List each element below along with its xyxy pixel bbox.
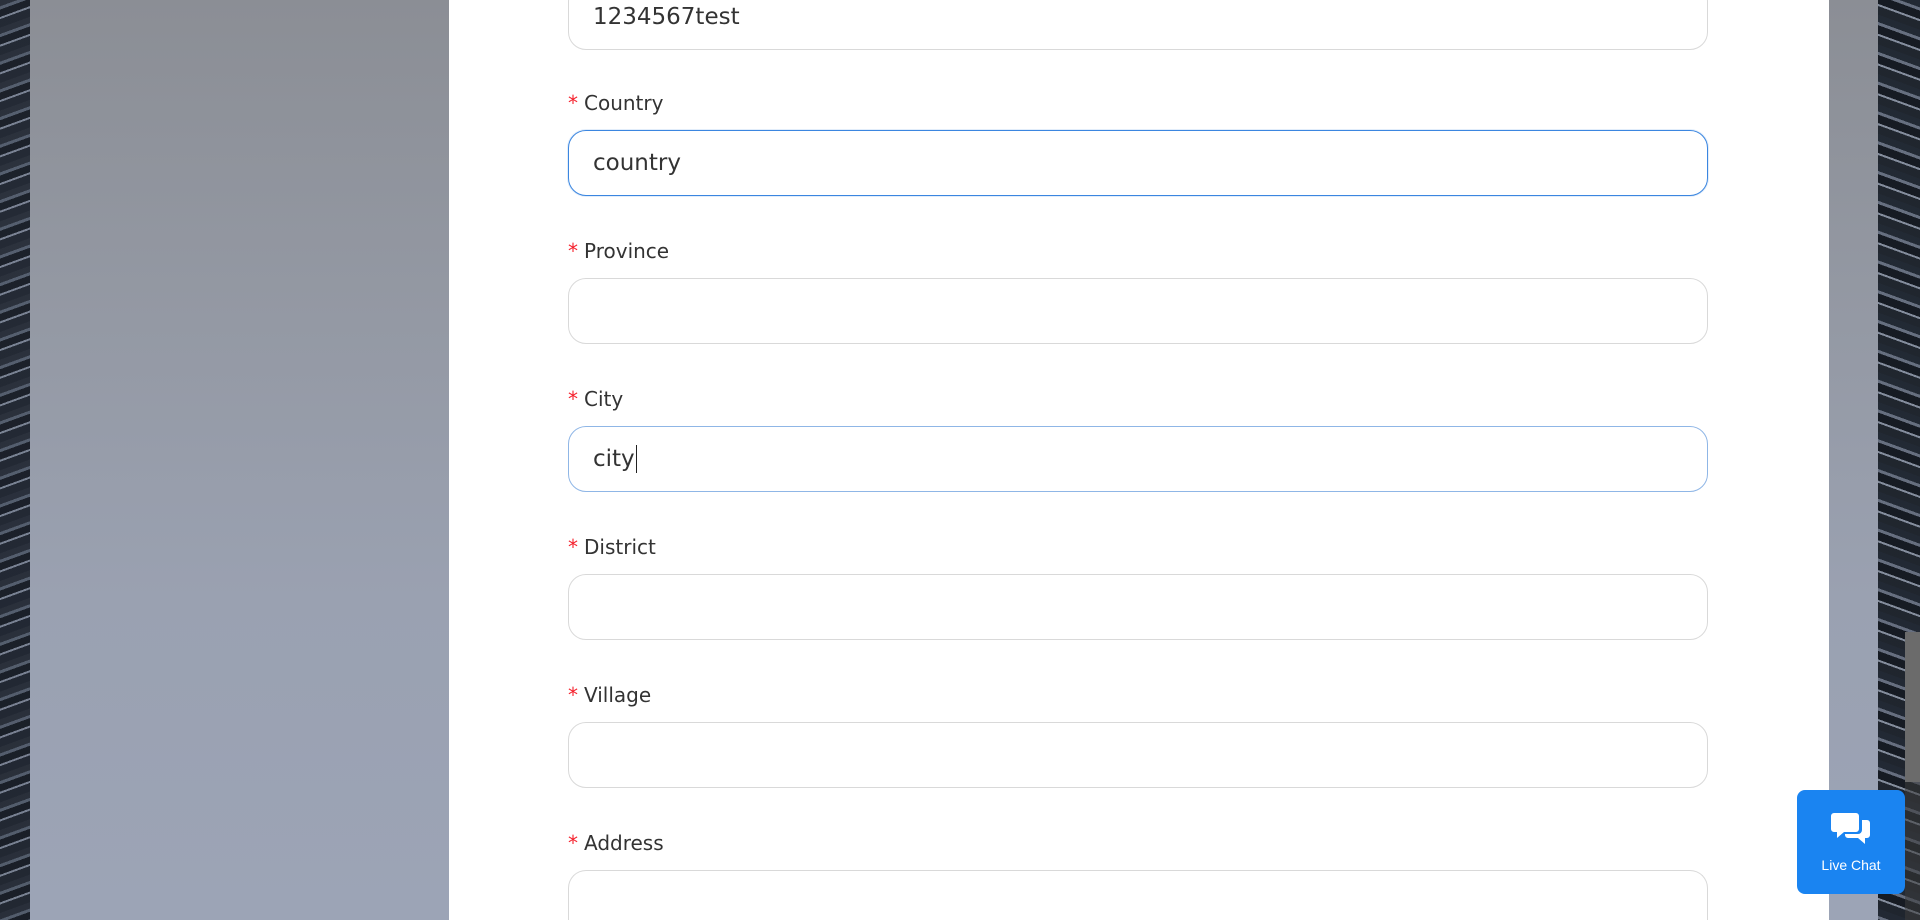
address-label-text: Address bbox=[584, 831, 664, 855]
password-input[interactable]: 1234567test bbox=[568, 0, 1708, 50]
password-input-value: 1234567test bbox=[593, 4, 740, 30]
required-mark: * bbox=[568, 535, 578, 559]
live-chat-label: Live Chat bbox=[1821, 857, 1881, 873]
required-mark: * bbox=[568, 387, 578, 411]
city-input[interactable]: city bbox=[568, 426, 1708, 492]
required-mark: * bbox=[568, 683, 578, 707]
required-mark: * bbox=[568, 91, 578, 115]
address-label: * Address bbox=[568, 829, 664, 857]
city-label-text: City bbox=[584, 387, 624, 411]
district-label-text: District bbox=[584, 535, 656, 559]
country-input[interactable]: country bbox=[568, 130, 1708, 196]
address-input[interactable] bbox=[568, 870, 1708, 920]
city-input-value: city bbox=[593, 446, 635, 472]
live-chat-button[interactable]: Live Chat bbox=[1797, 790, 1905, 894]
district-label: * District bbox=[568, 533, 656, 561]
village-label-text: Village bbox=[584, 683, 652, 707]
country-input-value: country bbox=[593, 150, 681, 176]
country-label: * Country bbox=[568, 89, 663, 117]
required-mark: * bbox=[568, 831, 578, 855]
province-label-text: Province bbox=[584, 239, 670, 263]
required-mark: * bbox=[568, 239, 578, 263]
city-label: * City bbox=[568, 385, 623, 413]
text-caret bbox=[635, 445, 638, 473]
district-input[interactable] bbox=[568, 574, 1708, 640]
province-input[interactable] bbox=[568, 278, 1708, 344]
country-label-text: Country bbox=[584, 91, 664, 115]
page: 1234567test * Country country * Province… bbox=[0, 0, 1920, 920]
village-input[interactable] bbox=[568, 722, 1708, 788]
background-rock-left bbox=[0, 0, 30, 920]
scrollbar-thumb[interactable] bbox=[1905, 632, 1920, 782]
province-label: * Province bbox=[568, 237, 669, 265]
village-label: * Village bbox=[568, 681, 651, 709]
chat-bubbles-icon bbox=[1830, 811, 1872, 851]
